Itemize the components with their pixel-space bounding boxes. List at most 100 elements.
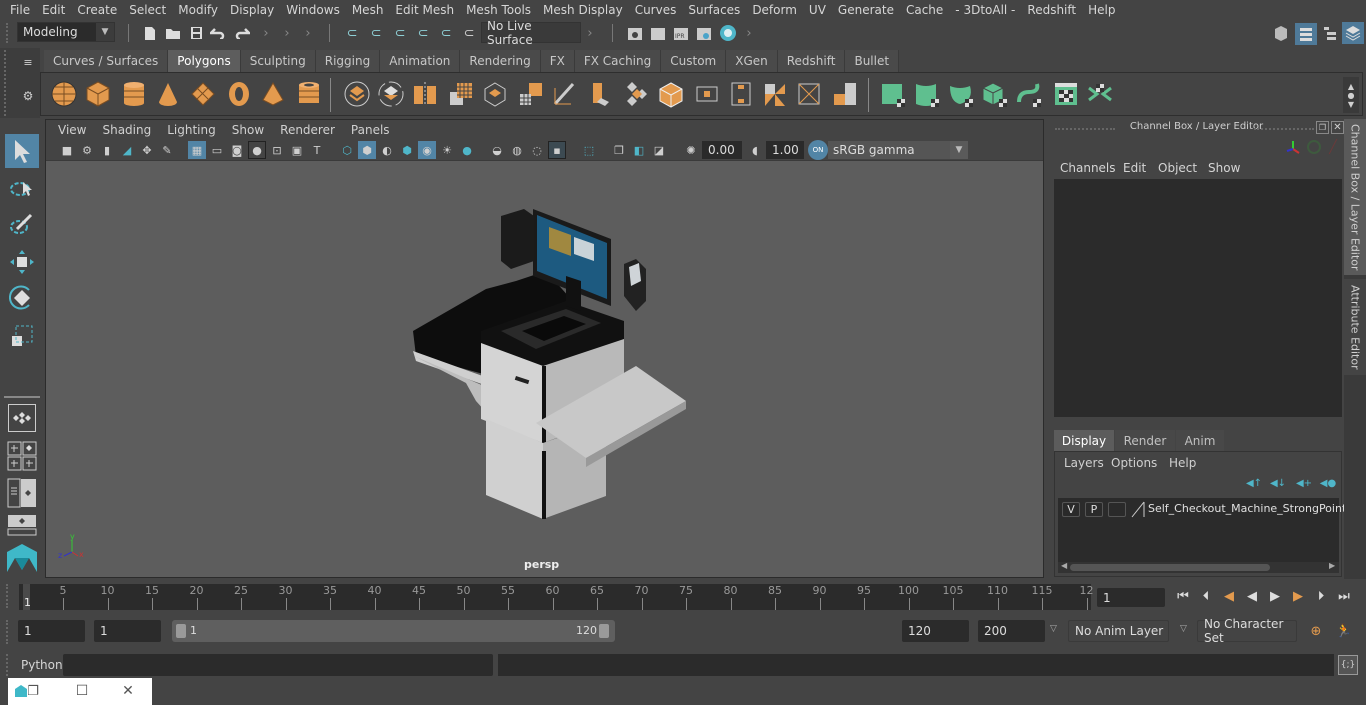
tab-animation[interactable]: Animation — [380, 50, 461, 72]
tab-display[interactable]: Display — [1054, 430, 1114, 451]
textured-icon[interactable]: ◉ — [418, 141, 436, 159]
drag-handle[interactable] — [6, 23, 10, 43]
new-scene-icon[interactable] — [141, 23, 159, 43]
gate-mask-icon[interactable]: ● — [248, 141, 266, 159]
menu-file[interactable]: File — [4, 3, 36, 17]
shadows-icon[interactable]: ● — [458, 141, 476, 159]
gamma-icon[interactable]: ◖ — [746, 141, 764, 159]
menu-help[interactable]: Help — [1082, 3, 1121, 17]
new-empty-layer-icon[interactable]: ◀+ — [1295, 476, 1313, 490]
menu-edit[interactable]: Edit — [36, 3, 71, 17]
ambient-occlusion-icon[interactable]: ◒ — [488, 141, 506, 159]
maya-logo-icon[interactable] — [4, 541, 40, 575]
field-chart-icon[interactable]: ⊡ — [268, 141, 286, 159]
object-menu[interactable]: Object — [1158, 161, 1197, 175]
menu-redshift[interactable]: Redshift — [1021, 3, 1082, 17]
layers-menu[interactable]: Layers — [1064, 456, 1104, 470]
undo-icon[interactable] — [208, 23, 228, 43]
render-frame-icon[interactable] — [649, 23, 667, 43]
bevel-icon[interactable] — [587, 80, 615, 108]
scene-start-field[interactable]: 1 — [18, 620, 85, 642]
save-scene-icon[interactable] — [187, 23, 205, 43]
step-forward-key-icon[interactable]: ▶ — [1288, 584, 1308, 608]
layer-visibility-toggle[interactable]: V — [1062, 502, 1080, 517]
restore-icon[interactable]: ❐ — [25, 682, 41, 700]
safe-action-icon[interactable]: ▣ — [288, 141, 306, 159]
tab-anim[interactable]: Anim — [1176, 430, 1224, 451]
channels-menu[interactable]: Channels — [1060, 161, 1116, 175]
film-gate-icon[interactable]: ▭ — [208, 141, 226, 159]
fill-hole-icon[interactable] — [693, 80, 721, 108]
menu-mesh-display[interactable]: Mesh Display — [537, 3, 629, 17]
menu-select[interactable]: Select — [123, 3, 172, 17]
channel-list[interactable] — [1054, 179, 1342, 417]
rotate-tool[interactable] — [5, 281, 39, 315]
menu-mesh[interactable]: Mesh — [346, 3, 390, 17]
shelf-menu-icon[interactable]: ≡ — [20, 56, 36, 69]
current-frame-field[interactable]: 1 — [1097, 588, 1165, 607]
smooth-icon[interactable] — [447, 80, 475, 108]
close-icon[interactable]: ✕ — [1331, 121, 1344, 134]
gear-icon[interactable]: ⚙ — [20, 88, 36, 104]
tab-redshift[interactable]: Redshift — [777, 50, 846, 72]
xray-active-icon[interactable]: ◧ — [630, 141, 648, 159]
drag-handle[interactable] — [6, 654, 10, 676]
poly-cube-icon[interactable] — [84, 80, 112, 108]
menu-generate[interactable]: Generate — [832, 3, 900, 17]
collapse-arrow-icon[interactable]: › — [304, 23, 312, 43]
planar-uv-icon[interactable] — [879, 80, 907, 108]
color-management-toggle[interactable]: ON — [808, 140, 828, 160]
range-bar[interactable]: 1 120 — [172, 620, 615, 642]
3d-scene[interactable] — [46, 161, 1043, 577]
camera-select-icon[interactable]: ■ — [58, 141, 76, 159]
collapse-arrow-icon[interactable]: › — [586, 23, 594, 43]
depth-of-field-icon[interactable]: ▪ — [548, 141, 566, 159]
render-settings-icon[interactable] — [695, 23, 713, 43]
scroll-left-icon[interactable]: ◀ — [1061, 561, 1067, 570]
combine-icon[interactable] — [343, 80, 371, 108]
gamma-field[interactable]: 1.00 — [766, 141, 804, 159]
motion-blur-icon[interactable]: ◍ — [508, 141, 526, 159]
options-menu[interactable]: Options — [1111, 456, 1157, 470]
tab-polygons[interactable]: Polygons — [168, 50, 241, 72]
menu-modify[interactable]: Modify — [172, 3, 224, 17]
reduce-icon[interactable] — [727, 80, 755, 108]
move-layer-up-icon[interactable]: ◀↑ — [1245, 476, 1263, 490]
drag-handle[interactable] — [1254, 128, 1314, 130]
command-language-label[interactable]: Python — [21, 658, 63, 672]
redo-icon[interactable] — [232, 23, 252, 43]
menu-surfaces[interactable]: Surfaces — [682, 3, 746, 17]
scroll-right-icon[interactable]: ▶ — [1329, 561, 1335, 570]
chevron-down-icon[interactable]: ▽ — [1050, 624, 1057, 634]
select-tool[interactable] — [5, 134, 39, 168]
edit-menu[interactable]: Edit — [1123, 161, 1146, 175]
self-checkout-machine-model[interactable] — [46, 161, 1043, 577]
smooth-shade-icon[interactable]: ⬢ — [358, 141, 376, 159]
bookmark-icon[interactable]: ▮ — [98, 141, 116, 159]
tab-curves-surfaces[interactable]: Curves / Surfaces — [44, 50, 169, 72]
tab-fx-caching[interactable]: FX Caching — [574, 50, 662, 72]
camera-attributes-icon[interactable]: ⚙ — [78, 141, 96, 159]
tab-fx[interactable]: FX — [540, 50, 575, 72]
triangulate-icon[interactable] — [761, 80, 789, 108]
layer-display-type-toggle[interactable] — [1108, 502, 1126, 517]
drag-handle[interactable] — [6, 584, 10, 608]
collapse-arrow-icon[interactable]: › — [745, 23, 753, 43]
channel-box-toggle-icon[interactable] — [1342, 22, 1364, 44]
tab-rigging[interactable]: Rigging — [315, 50, 381, 72]
tab-attribute-editor[interactable]: Attribute Editor — [1344, 279, 1366, 375]
pencil-icon[interactable]: ╱ — [1325, 139, 1341, 155]
viewport-menu-show[interactable]: Show — [224, 123, 272, 137]
tab-xgen[interactable]: XGen — [726, 50, 778, 72]
menu-windows[interactable]: Windows — [280, 3, 346, 17]
four-view-layout-icon[interactable] — [7, 441, 37, 471]
single-perspective-layout-icon[interactable] — [8, 404, 36, 432]
exposure-icon[interactable]: ✺ — [682, 141, 700, 159]
scene-end-field[interactable]: 200 — [978, 620, 1045, 642]
xray-icon[interactable]: ⬢ — [398, 141, 416, 159]
snap-view-plane-icon[interactable]: ⊂ — [436, 23, 456, 43]
poly-cone-icon[interactable] — [154, 80, 182, 108]
snap-grid-icon[interactable]: ⊂ — [342, 23, 362, 43]
xray-joints-icon[interactable]: ❐ — [610, 141, 628, 159]
help-menu[interactable]: Help — [1169, 456, 1196, 470]
